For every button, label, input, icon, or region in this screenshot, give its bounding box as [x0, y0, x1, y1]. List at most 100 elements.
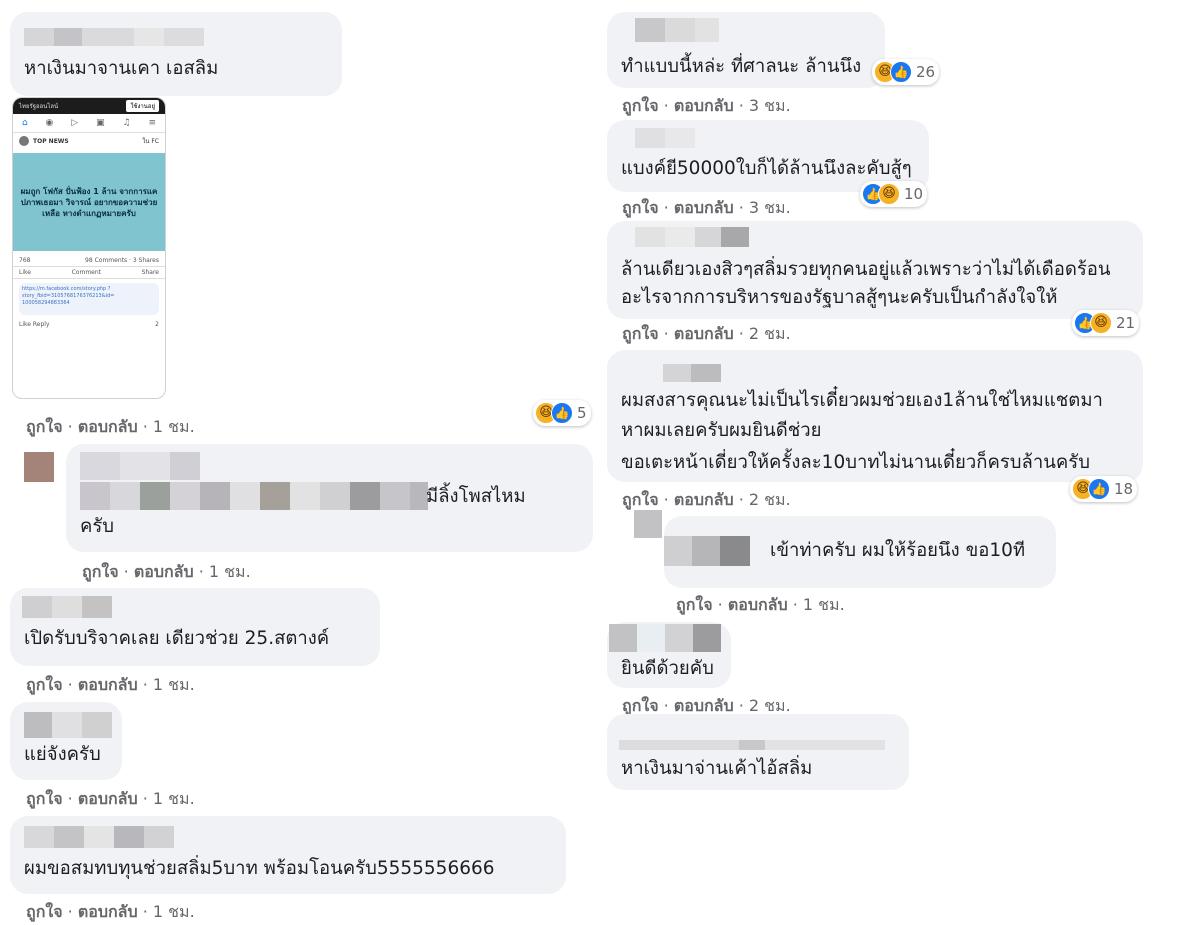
like-link[interactable]: ถูกใจ — [26, 789, 63, 808]
reply-link[interactable]: ตอบกลับ — [674, 696, 734, 715]
comment-bubble: ผมสงสารคุณนะไม่เป็นไรเดี๋ยวผมช่วยเอง1ล้า… — [607, 350, 1143, 482]
blurred-commenter-name — [609, 624, 721, 652]
phone-top-left: ไทยรัฐออนไลน์ — [19, 103, 59, 110]
blurred-commenter-name — [635, 18, 719, 42]
avatar — [19, 136, 29, 146]
phone-link-preview: https://m.facebook.com/story.php ?story_… — [19, 283, 159, 315]
phone-poster: ผมถูก โฟกัส ปั่นฟ้อง 1 ล้าน จากการแคปภาพ… — [13, 153, 165, 251]
comment-time[interactable]: 2 ชม. — [749, 490, 791, 509]
comment-text: ยินดีด้วยคับ — [621, 658, 714, 679]
comment-meta: ถูกใจ · ตอบกลับ · 1 ชม. — [82, 562, 251, 581]
comment-time[interactable]: 1 ชม. — [153, 789, 195, 808]
comment-bubble: เข้าท่าครับ ผมให้ร้อยนึง ขอ10ที — [664, 516, 1056, 588]
like-link[interactable]: ถูกใจ — [26, 675, 63, 694]
blurred-commenter-name — [635, 227, 749, 247]
phone-post-header: TOP NEWS ใน FC — [13, 133, 165, 149]
comment-bubble: ผมขอสมทบทุนช่วยสลิ่ม5บาท พร้อมโอนครับ555… — [10, 816, 566, 894]
reaction-summary[interactable]: 😆 👍 26 — [872, 59, 940, 85]
blurred-commenter-name — [80, 482, 428, 510]
reply-link[interactable]: ตอบกลับ — [674, 490, 734, 509]
comment-time[interactable]: 3 ชม. — [749, 198, 791, 217]
haha-icon: 😆 — [1090, 312, 1112, 334]
comment-text: เปิดรับบริจาคเลย เดียวช่วย 25.สตางค์ — [24, 628, 330, 649]
like-link[interactable]: ถูกใจ — [26, 417, 63, 436]
avatar[interactable] — [24, 452, 54, 482]
like-link[interactable]: ถูกใจ — [622, 324, 659, 343]
comment-time[interactable]: 3 ชม. — [749, 96, 791, 115]
video-icon: ▷ — [71, 118, 79, 128]
people-icon: ◉ — [45, 118, 54, 128]
reply-link[interactable]: ตอบกลับ — [78, 789, 138, 808]
like-icon: 👍 — [890, 61, 912, 83]
comment-bubble: หาเงินมาจานเคา เอสลิม — [10, 12, 342, 96]
like-link[interactable]: ถูกใจ — [82, 562, 119, 581]
reply-link[interactable]: ตอบกลับ — [78, 417, 138, 436]
reply-link[interactable]: ตอบกลับ — [134, 562, 194, 581]
reply-link[interactable]: ตอบกลับ — [674, 96, 734, 115]
haha-icon: 😆 — [878, 183, 900, 205]
comment-text: ทำแบบนี้หล่ะ ที่ศาลนะ ล้านนึง — [621, 56, 862, 77]
comment-meta: ถูกใจ · ตอบกลับ · 1 ชม. — [26, 675, 195, 694]
comment-meta: ถูกใจ · ตอบกลับ · 3 ชม. — [622, 96, 791, 115]
like-link[interactable]: ถูกใจ — [622, 96, 659, 115]
comment-time[interactable]: 2 ชม. — [749, 696, 791, 715]
comment-text: ผมสงสารคุณนะไม่เป็นไรเดี๋ยวผมช่วยเอง1ล้า… — [621, 390, 1103, 411]
reaction-summary[interactable]: 😆 👍 18 — [1070, 476, 1138, 502]
menu-icon: ≡ — [148, 118, 157, 128]
comment-text: หาเงินมาจานเคา เอสลิม — [24, 58, 219, 79]
blurred-commenter-name — [22, 596, 112, 618]
like-link[interactable]: ถูกใจ — [676, 595, 713, 614]
blurred-commenter-name — [80, 452, 200, 480]
like-link[interactable]: ถูกใจ — [26, 902, 63, 921]
reply-link[interactable]: ตอบกลับ — [674, 324, 734, 343]
phone-stats: 768 98 Comments · 3 Shares — [13, 255, 165, 266]
like-link[interactable]: ถูกใจ — [622, 198, 659, 217]
phone-reaction-count: 768 — [19, 257, 31, 264]
phone-nav: ⌂ ◉ ▷ ▣ ♫ ≡ — [13, 114, 165, 133]
comment-text: ล้านเดียวเองสิวๆสลิ่มรวยทุกคนอยู่แล้วเพร… — [621, 259, 1111, 280]
phone-reply-count: 2 — [155, 321, 159, 328]
comment-time[interactable]: 1 ชม. — [209, 562, 251, 581]
reaction-count: 26 — [916, 63, 936, 81]
comment-time[interactable]: 1 ชม. — [153, 675, 195, 694]
comment-time[interactable]: 2 ชม. — [749, 324, 791, 343]
comment-bubble: แย่จังครับ — [10, 702, 122, 780]
phone-top-button: ใช้งานอยู่ — [126, 100, 159, 112]
comment-text: ครับ — [80, 516, 115, 537]
reply-link[interactable]: ตอบกลับ — [78, 675, 138, 694]
comment-text: หาเงินมาจ่านเค้าไอ้สลิ่ม — [621, 758, 813, 779]
reply-link[interactable]: ตอบกลับ — [728, 595, 788, 614]
blurred-commenter-name — [24, 712, 112, 738]
like-link[interactable]: ถูกใจ — [622, 490, 659, 509]
phone-reply-reply: Reply — [32, 321, 50, 328]
blurred-commenter-name — [635, 128, 695, 148]
comment-text: มีลิ้งโพสไหม — [426, 486, 526, 507]
phone-like: Like — [19, 269, 31, 276]
comment-text: อะไรจากการบริหารของรัฐบาลสู้ๆนะครับเป็นก… — [621, 287, 1058, 308]
like-icon: 👍 — [551, 402, 573, 424]
avatar[interactable] — [634, 510, 662, 538]
comment-bubble: ยินดีด้วยคับ — [607, 622, 731, 688]
reaction-summary[interactable]: 😆 👍 5 — [533, 400, 591, 426]
comment-time[interactable]: 1 ชม. — [803, 595, 845, 614]
comment-time[interactable]: 1 ชม. — [153, 417, 195, 436]
comment-text: หาผมเลยครับผมยินดีช่วย — [621, 420, 822, 441]
post-screenshot-image[interactable]: ไทยรัฐออนไลน์ ใช้งานอยู่ ⌂ ◉ ▷ ▣ ♫ ≡ TOP… — [12, 97, 166, 399]
phone-share: Share — [141, 269, 159, 276]
comment-text: แบงค์ยี50000ใบก็ได้ล้านนึงละคับสู้ๆ — [621, 158, 912, 179]
phone-comments-shares: 98 Comments · 3 Shares — [85, 257, 159, 264]
comment-meta: ถูกใจ · ตอบกลับ · 1 ชม. — [26, 789, 195, 808]
comment-text: ขอเตะหน้าเดี่ยวให้ครั้งละ10บาทไม่นานเดี๋… — [621, 452, 1090, 473]
like-icon: 👍 — [1088, 478, 1110, 500]
home-icon: ⌂ — [21, 118, 28, 128]
like-link[interactable]: ถูกใจ — [622, 696, 659, 715]
blurred-commenter-name — [663, 364, 721, 382]
reply-link[interactable]: ตอบกลับ — [78, 902, 138, 921]
reaction-summary[interactable]: 👍 😆 21 — [1072, 310, 1140, 336]
reply-link[interactable]: ตอบกลับ — [674, 198, 734, 217]
reaction-count: 5 — [577, 404, 587, 422]
phone-page-name: TOP NEWS — [33, 137, 69, 145]
comment-time[interactable]: 1 ชม. — [153, 902, 195, 921]
reaction-summary[interactable]: 👍 😆 10 — [860, 181, 928, 207]
comment-text: เข้าท่าครับ ผมให้ร้อยนึง ขอ10ที — [770, 540, 1026, 561]
